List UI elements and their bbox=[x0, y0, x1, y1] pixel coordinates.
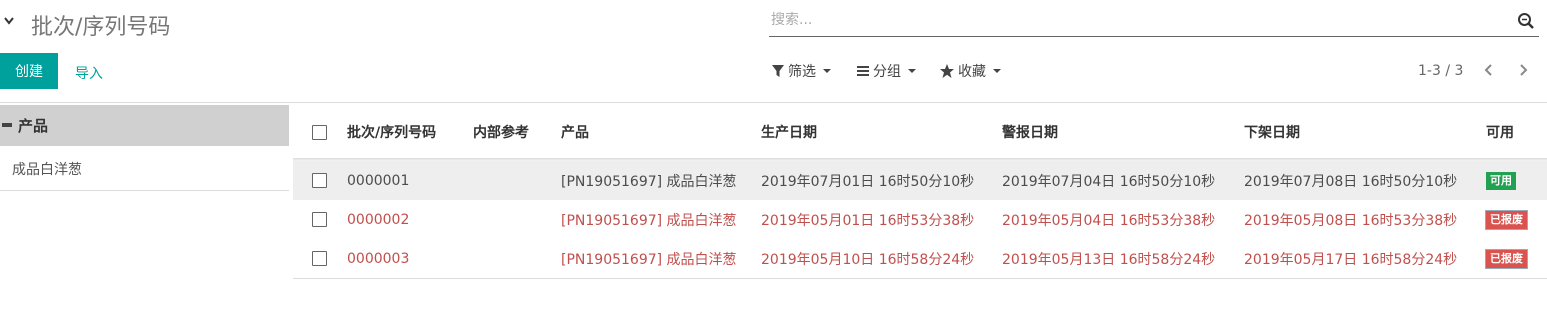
create-button[interactable]: 创建 bbox=[0, 53, 58, 89]
search-bar bbox=[769, 8, 1539, 37]
chevron-left-icon[interactable] bbox=[1482, 63, 1496, 77]
production-date-cell: 2019年05月10日 16时58分24秒 bbox=[761, 251, 975, 268]
production-date-cell: 2019年05月01日 16时53分38秒 bbox=[761, 212, 975, 229]
side-panel-category[interactable]: 产品 bbox=[0, 105, 289, 146]
row-checkbox[interactable] bbox=[312, 251, 327, 266]
status-badge: 可用 bbox=[1486, 171, 1516, 190]
product-cell: [PN19051697] 成品白洋葱 bbox=[561, 251, 737, 268]
status-badge: 已报废 bbox=[1485, 209, 1528, 230]
alert-date-cell: 2019年07月04日 16时50分10秒 bbox=[1002, 173, 1216, 190]
filter-dropdown[interactable]: 筛选 bbox=[771, 61, 831, 81]
star-icon bbox=[940, 64, 954, 78]
alert-date-cell: 2019年05月04日 16时53分38秒 bbox=[1002, 212, 1216, 229]
column-header-alert-date[interactable]: 警报日期 bbox=[1002, 106, 1058, 158]
favorites-label: 收藏 bbox=[958, 64, 986, 80]
search-icon[interactable] bbox=[1517, 12, 1535, 30]
filter-icon bbox=[772, 65, 784, 77]
alert-date-cell: 2019年05月13日 16时58分24秒 bbox=[1002, 251, 1216, 268]
caret-down-icon bbox=[908, 69, 916, 73]
divider bbox=[0, 102, 1547, 103]
table-header-row: 批次/序列号码 内部参考 产品 生产日期 警报日期 下架日期 可用 bbox=[293, 106, 1547, 158]
column-header-product[interactable]: 产品 bbox=[561, 106, 589, 158]
page-title: 批次/序列号码 bbox=[31, 15, 171, 40]
pager-value[interactable]: 1-3 / 3 bbox=[1418, 63, 1463, 79]
group-label: 分组 bbox=[873, 64, 901, 80]
lot-cell: 0000003 bbox=[347, 250, 410, 267]
row-checkbox[interactable] bbox=[312, 173, 327, 188]
import-button[interactable]: 导入 bbox=[75, 63, 103, 83]
side-panel-item-label: 成品白洋葱 bbox=[12, 162, 82, 178]
production-date-cell: 2019年07月01日 16时50分10秒 bbox=[761, 173, 975, 190]
search-input[interactable] bbox=[769, 8, 1493, 32]
product-cell: [PN19051697] 成品白洋葱 bbox=[561, 173, 737, 190]
caret-down-icon bbox=[823, 69, 831, 73]
column-header-production-date[interactable]: 生产日期 bbox=[761, 106, 817, 158]
table-row[interactable]: 0000002 [PN19051697] 成品白洋葱 2019年05月01日 1… bbox=[293, 200, 1547, 240]
group-by-dropdown[interactable]: 分组 bbox=[856, 61, 916, 81]
product-cell: [PN19051697] 成品白洋葱 bbox=[561, 212, 737, 229]
table-row[interactable]: 0000001 [PN19051697] 成品白洋葱 2019年07月01日 1… bbox=[293, 161, 1547, 201]
collapse-chevron-icon[interactable] bbox=[2, 14, 16, 28]
caret-down-icon bbox=[993, 69, 1001, 73]
side-panel-item[interactable]: 成品白洋葱 bbox=[0, 146, 289, 191]
column-header-lot[interactable]: 批次/序列号码 bbox=[347, 106, 436, 158]
select-all-checkbox[interactable] bbox=[312, 124, 327, 140]
lot-cell: 0000001 bbox=[347, 172, 410, 189]
column-header-available[interactable]: 可用 bbox=[1486, 106, 1514, 158]
row-checkbox[interactable] bbox=[312, 212, 327, 227]
status-badge: 已报废 bbox=[1485, 248, 1528, 269]
lot-cell: 0000002 bbox=[347, 211, 410, 228]
filter-label: 筛选 bbox=[788, 64, 816, 80]
removal-date-cell: 2019年07月08日 16时50分10秒 bbox=[1244, 173, 1458, 190]
column-header-removal-date[interactable]: 下架日期 bbox=[1244, 106, 1300, 158]
removal-date-cell: 2019年05月08日 16时53分38秒 bbox=[1244, 212, 1458, 229]
removal-date-cell: 2019年05月17日 16时58分24秒 bbox=[1244, 251, 1458, 268]
chevron-right-icon[interactable] bbox=[1516, 63, 1530, 77]
minus-icon bbox=[2, 123, 12, 127]
favorites-dropdown[interactable]: 收藏 bbox=[939, 61, 1001, 81]
table-row[interactable]: 0000003 [PN19051697] 成品白洋葱 2019年05月10日 1… bbox=[293, 239, 1547, 279]
list-icon bbox=[857, 66, 869, 76]
column-header-ref[interactable]: 内部参考 bbox=[473, 106, 529, 158]
side-panel-category-label: 产品 bbox=[18, 117, 49, 135]
